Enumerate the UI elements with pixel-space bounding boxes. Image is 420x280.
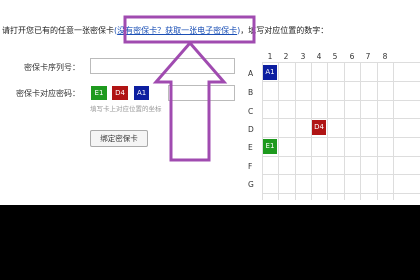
- coordinate-chip-d4: D4: [112, 86, 128, 100]
- grid-col-header: 7: [365, 52, 371, 61]
- card-code-input[interactable]: [168, 85, 235, 101]
- card-code-label: 密保卡对应密码：: [16, 89, 80, 98]
- grid-col-header: 1: [267, 52, 273, 61]
- grid-row-header: E: [248, 143, 253, 152]
- security-card-panel: 请打开您已有的任意一张密保卡(没有密保卡？获取一张电子密保卡)，填写对应位置的数…: [0, 0, 420, 205]
- grid-col-header: 3: [300, 52, 306, 61]
- serial-number-input[interactable]: [90, 58, 235, 74]
- grid-col-header: 8: [382, 52, 388, 61]
- grid-row-header: D: [248, 125, 254, 134]
- grid-row-header: C: [248, 107, 254, 116]
- instruction-suffix: ，填写对应位置的数字：: [240, 26, 329, 35]
- coordinate-chip-a1: A1: [134, 86, 149, 100]
- grid-row-header: B: [248, 88, 254, 97]
- security-card-grid: A1 D4 E1: [262, 62, 420, 200]
- grid-row-header: G: [248, 180, 254, 189]
- bind-card-button[interactable]: 绑定密保卡: [90, 130, 148, 147]
- grid-cell-e1: E1: [263, 139, 277, 154]
- coordinate-hint: 填写卡上对应位置的坐标: [90, 105, 162, 113]
- instruction-prefix: 请打开您已有的任意一张密保卡: [2, 26, 114, 35]
- grid-row-header: A: [248, 69, 254, 78]
- black-bottom-area: [0, 205, 420, 280]
- grid-lines: [262, 62, 420, 200]
- coordinate-chip-e1: E1: [91, 86, 107, 100]
- instruction-text: 请打开您已有的任意一张密保卡(没有密保卡？获取一张电子密保卡)，填写对应位置的数…: [2, 25, 328, 36]
- grid-col-header: 5: [332, 52, 338, 61]
- serial-number-label: 密保卡序列号：: [24, 63, 80, 72]
- get-e-card-link[interactable]: 没有密保卡？获取一张电子密保卡: [117, 26, 237, 35]
- grid-col-header: 6: [349, 52, 355, 61]
- grid-row-header: F: [248, 162, 253, 171]
- grid-cell-d4: D4: [312, 120, 326, 135]
- grid-col-header: 2: [283, 52, 289, 61]
- grid-cell-a1: A1: [263, 65, 277, 80]
- grid-col-header: 4: [316, 52, 322, 61]
